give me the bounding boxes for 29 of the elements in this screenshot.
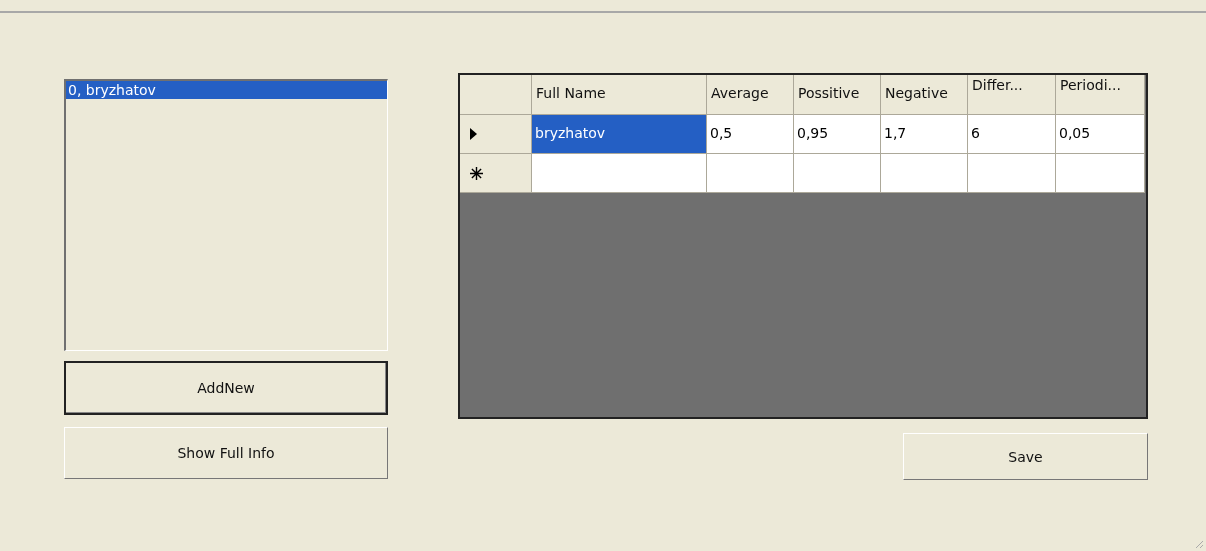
add-new-button[interactable]: AddNew — [64, 361, 388, 415]
column-header[interactable]: Possitive — [794, 75, 881, 115]
list-item[interactable]: 0, bryzhatov — [66, 81, 387, 99]
table-cell[interactable]: bryzhatov — [532, 115, 707, 154]
table-cell[interactable] — [968, 154, 1056, 193]
table-cell[interactable] — [532, 154, 707, 193]
column-header[interactable]: Periodi... — [1056, 75, 1145, 115]
save-button[interactable]: Save — [903, 433, 1148, 480]
asterisk-icon — [470, 166, 483, 180]
table-cell[interactable]: 6 — [968, 115, 1056, 154]
show-info-button[interactable]: Show Full Info — [64, 427, 388, 479]
row-header[interactable] — [460, 154, 532, 193]
column-header[interactable]: Negative — [881, 75, 968, 115]
column-header[interactable]: Differ... — [968, 75, 1056, 115]
table-cell[interactable] — [1056, 154, 1145, 193]
table-cell[interactable]: 0,5 — [707, 115, 794, 154]
table-cell[interactable]: 1,7 — [881, 115, 968, 154]
table-cell[interactable]: 0,95 — [794, 115, 881, 154]
column-header[interactable]: Full Name — [532, 75, 707, 115]
list-box[interactable]: 0, bryzhatov — [64, 79, 388, 351]
row-header[interactable] — [460, 115, 532, 154]
table-cell[interactable] — [707, 154, 794, 193]
column-header[interactable]: Average — [707, 75, 794, 115]
corner-header — [460, 75, 532, 115]
table-cell[interactable] — [794, 154, 881, 193]
resize-grip-icon[interactable] — [1194, 539, 1204, 549]
table-cell[interactable] — [881, 154, 968, 193]
row-pointer-icon — [470, 128, 477, 140]
table-cell[interactable]: 0,05 — [1056, 115, 1145, 154]
